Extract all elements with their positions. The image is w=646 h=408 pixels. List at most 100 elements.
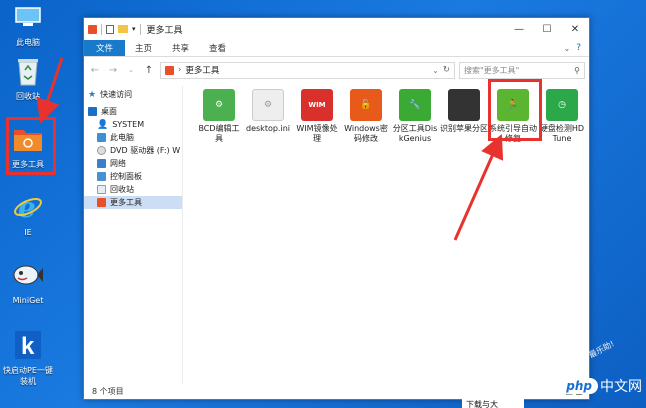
computer-icon bbox=[11, 0, 45, 34]
star-icon: ★ bbox=[88, 89, 97, 100]
lock-icon: 🔓 bbox=[350, 89, 382, 121]
nav-item-dvd-drive[interactable]: DVD 驱动器 (F:) W bbox=[84, 144, 182, 157]
refresh-icon[interactable]: ↻ bbox=[443, 65, 450, 75]
file-item[interactable]: 🔧 分区工具DiskGenius bbox=[391, 89, 439, 144]
item-count: 8 个项目 bbox=[92, 387, 124, 396]
nav-item-label: 快速访问 bbox=[100, 90, 133, 99]
file-highlight-box bbox=[488, 79, 542, 141]
nav-item-network[interactable]: 网络 bbox=[84, 157, 182, 170]
nav-item-label: DVD 驱动器 (F:) W bbox=[110, 146, 181, 155]
search-placeholder: 搜索"更多工具" bbox=[464, 65, 520, 75]
explorer-window: ▾ 更多工具 — ☐ ✕ 文件 主页 共享 查看 ⌄ ? ← → ⌄ ↑ › 更… bbox=[83, 17, 590, 400]
chevron-down-icon[interactable]: ⌄ bbox=[432, 66, 439, 75]
gear-icon: ⚙ bbox=[203, 89, 235, 121]
watermark-diagonal-text: 最乐助! bbox=[587, 339, 616, 360]
nav-item-desktop[interactable]: 桌面 bbox=[84, 105, 182, 118]
desktop-icon-label: 回收站 bbox=[16, 92, 40, 101]
window-controls: — ☐ ✕ bbox=[505, 18, 589, 40]
chevron-right-icon: › bbox=[178, 65, 182, 75]
ribbon-tabs: 文件 主页 共享 查看 ⌄ ? bbox=[84, 40, 589, 57]
properties-icon[interactable] bbox=[106, 24, 114, 34]
search-icon: ⚲ bbox=[574, 65, 580, 75]
settings-file-icon: ⚙ bbox=[252, 89, 284, 121]
file-item[interactable]: ◷ 硬盘检测HDTune bbox=[538, 89, 586, 144]
file-item[interactable]: 识别苹果分区 bbox=[440, 89, 488, 134]
nav-item-more-tools[interactable]: 更多工具 bbox=[84, 196, 182, 209]
title-bar: ▾ 更多工具 — ☐ ✕ bbox=[84, 18, 589, 40]
svg-text:k: k bbox=[21, 333, 35, 359]
maximize-button[interactable]: ☐ bbox=[533, 18, 561, 40]
wim-icon: WIM bbox=[301, 89, 333, 121]
navigation-pane: ★ 快速访问 桌面 👤 SYSTEM 此电脑 DVD 驱动器 (F:) W 网络… bbox=[84, 86, 183, 384]
watermark-text: 中文网 bbox=[600, 379, 642, 395]
tab-file[interactable]: 文件 bbox=[84, 40, 126, 56]
file-label: BCD编辑工具 bbox=[198, 124, 240, 143]
desktop-icon-recycle-bin[interactable]: 回收站 bbox=[0, 54, 56, 102]
file-item[interactable]: WIM WIM镜像处理 bbox=[293, 89, 341, 144]
folder-tools-icon bbox=[165, 65, 174, 75]
k-logo-icon: k bbox=[11, 328, 45, 362]
file-label: Windows密码修改 bbox=[344, 124, 388, 143]
ie-icon: e bbox=[11, 190, 45, 224]
file-item[interactable]: ⚙ BCD编辑工具 bbox=[195, 89, 243, 144]
forward-button[interactable]: → bbox=[106, 65, 120, 76]
chevron-down-icon[interactable]: ▾ bbox=[132, 25, 136, 33]
watermark: php 中文网 bbox=[560, 376, 642, 396]
desktop-icon-miniget[interactable]: MiniGet bbox=[0, 258, 56, 306]
nav-item-label: SYSTEM bbox=[112, 120, 145, 129]
desktop-icon-label: IE bbox=[24, 228, 32, 237]
status-bar: 8 个项目 ▤ ▦ bbox=[84, 384, 589, 399]
tab-view[interactable]: 查看 bbox=[199, 40, 236, 56]
desktop-highlight-box bbox=[6, 117, 56, 175]
recycle-bin-icon bbox=[97, 185, 106, 194]
tab-share[interactable]: 共享 bbox=[162, 40, 199, 56]
file-item[interactable]: 🔓 Windows密码修改 bbox=[342, 89, 390, 144]
desktop-icon-label: 此电脑 bbox=[16, 38, 40, 47]
nav-item-label: 桌面 bbox=[101, 107, 117, 116]
address-row: ← → ⌄ ↑ › 更多工具 ⌄ ↻ 搜索"更多工具" ⚲ bbox=[84, 59, 589, 81]
nav-item-this-pc[interactable]: 此电脑 bbox=[84, 131, 182, 144]
file-item[interactable]: ⚙ desktop.ini bbox=[244, 89, 292, 134]
dvd-icon bbox=[97, 146, 106, 155]
desktop-icon-this-pc[interactable]: 此电脑 bbox=[0, 0, 56, 48]
new-folder-icon[interactable] bbox=[118, 25, 128, 33]
address-bar[interactable]: › 更多工具 ⌄ ↻ bbox=[160, 61, 455, 79]
file-label: 识别苹果分区 bbox=[440, 124, 488, 133]
nav-item-system[interactable]: 👤 SYSTEM bbox=[84, 118, 182, 131]
clock-icon: ◷ bbox=[546, 89, 578, 121]
desktop-icon-ie[interactable]: e IE bbox=[0, 190, 56, 238]
nav-item-label: 此电脑 bbox=[110, 133, 134, 142]
quick-access-toolbar: ▾ bbox=[88, 23, 141, 35]
nav-item-recycle-bin[interactable]: 回收站 bbox=[84, 183, 182, 196]
wrench-icon: 🔧 bbox=[399, 89, 431, 121]
tab-home[interactable]: 主页 bbox=[125, 40, 162, 56]
minimize-button[interactable]: — bbox=[505, 18, 533, 40]
folder-tools-icon bbox=[97, 198, 106, 207]
desktop-icon-kuaiqidong[interactable]: k 快启动PE一键装机 bbox=[0, 328, 56, 387]
close-button[interactable]: ✕ bbox=[561, 18, 589, 40]
folder-tools-icon bbox=[88, 24, 97, 34]
search-input[interactable]: 搜索"更多工具" ⚲ bbox=[459, 61, 585, 79]
user-icon: 👤 bbox=[97, 119, 109, 130]
help-icon: ? bbox=[576, 43, 581, 53]
fish-icon bbox=[11, 258, 45, 292]
back-button[interactable]: ← bbox=[88, 65, 102, 76]
nav-item-label: 回收站 bbox=[110, 185, 134, 194]
recycle-bin-icon bbox=[11, 54, 45, 88]
recent-locations-button[interactable]: ⌄ bbox=[124, 66, 138, 74]
help-button[interactable]: ⌄ ? bbox=[564, 40, 589, 56]
nav-item-quick-access[interactable]: ★ 快速访问 bbox=[84, 88, 182, 101]
svg-text:e: e bbox=[18, 192, 36, 222]
network-icon bbox=[97, 159, 106, 168]
file-label: WIM镜像处理 bbox=[296, 124, 338, 143]
nav-item-control-panel[interactable]: 控制面板 bbox=[84, 170, 182, 183]
breadcrumb[interactable]: 更多工具 bbox=[185, 64, 219, 76]
control-panel-icon bbox=[97, 172, 106, 181]
divider bbox=[101, 23, 102, 35]
up-button[interactable]: ↑ bbox=[142, 65, 156, 76]
window-title: 更多工具 bbox=[146, 25, 183, 36]
nav-item-label: 更多工具 bbox=[110, 198, 142, 207]
desktop-icon-label: 快启动PE一键装机 bbox=[3, 366, 53, 386]
nav-item-label: 控制面板 bbox=[110, 172, 142, 181]
apple-icon bbox=[448, 89, 480, 121]
